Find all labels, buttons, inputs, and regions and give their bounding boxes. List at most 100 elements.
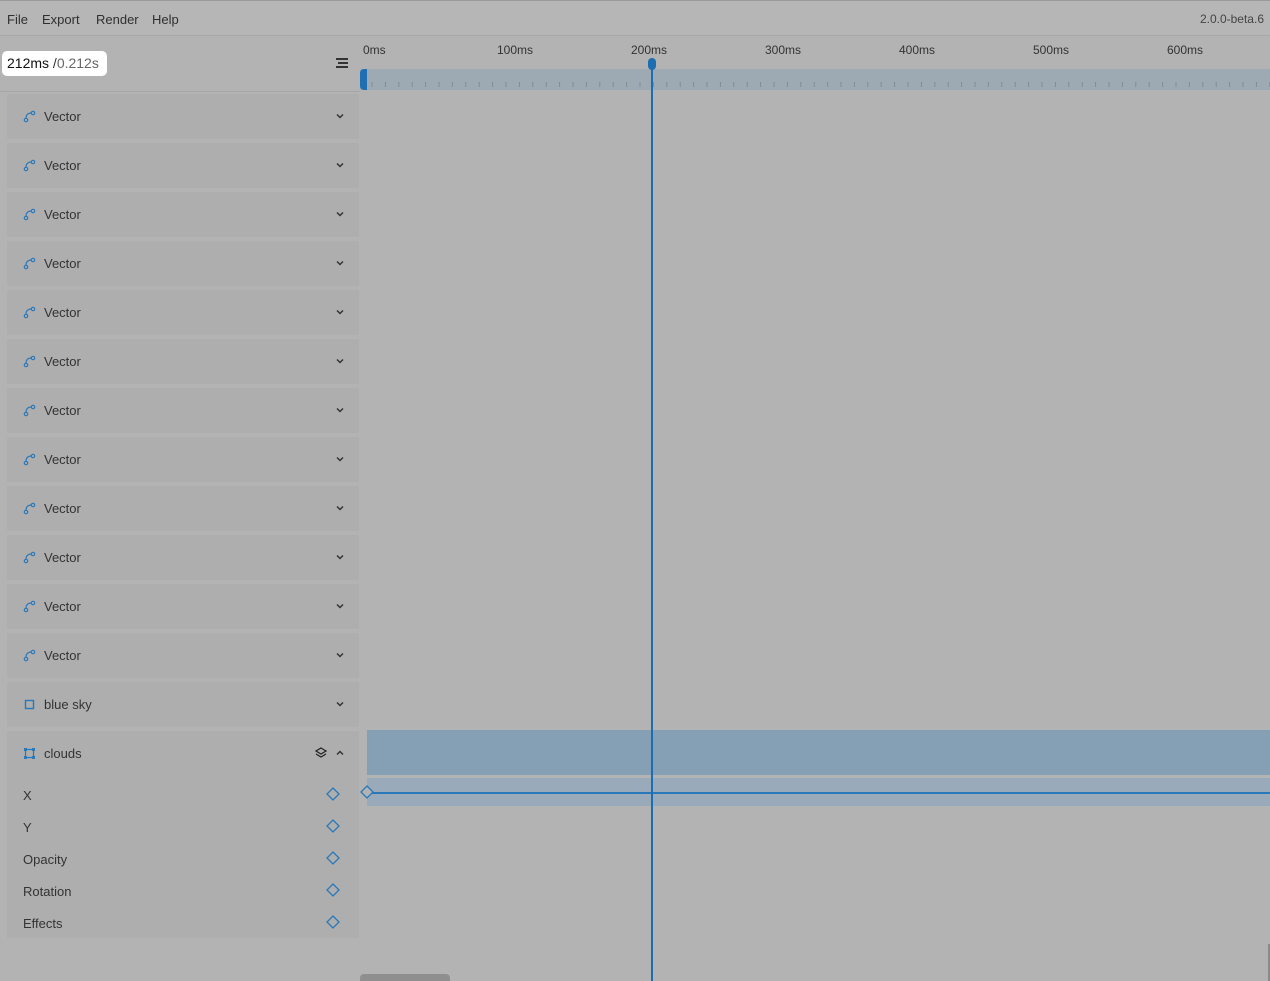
group-icon [24,748,35,759]
layer-row[interactable]: Vector [7,94,359,139]
add-keyframe-diamond-icon[interactable] [326,851,340,865]
vector-path-icon [23,257,36,270]
vector-path-icon [23,551,36,564]
ruler-label-100: 100ms [497,43,534,57]
playhead-line [651,63,653,981]
chevron-down-icon[interactable] [335,650,345,660]
layer-row[interactable]: Vector [7,290,359,335]
layer-name: Vector [44,207,81,222]
keyframe-diamond-icon[interactable] [360,785,374,799]
property-name: Rotation [23,884,72,899]
layers-menu-icon[interactable] [334,55,350,71]
layer-name: Vector [44,648,81,663]
layer-name: Vector [44,158,81,173]
property-name: Effects [23,916,63,931]
vector-path-icon [23,306,36,319]
layer-name: Vector [44,550,81,565]
layer-row[interactable]: Vector [7,535,359,580]
layer-name: clouds [44,746,82,761]
vector-path-icon [23,159,36,172]
chevron-down-icon[interactable] [335,699,345,709]
layer-row[interactable]: clouds [7,731,359,776]
chevron-down-icon[interactable] [335,405,345,415]
layer-name: Vector [44,452,81,467]
chevron-down-icon[interactable] [335,111,345,121]
properties-panel: X Y Opacity Rotation Effects [7,776,359,938]
layer-name: Vector [44,354,81,369]
layer-row[interactable]: Vector [7,388,359,433]
menu-bar: File Export Render Help 2.0.0-beta.6 [0,0,1270,36]
chevron-down-icon[interactable] [335,307,345,317]
property-name: X [23,788,32,803]
time-ms: 212ms [7,55,50,71]
layer-name: Vector [44,599,81,614]
layer-row[interactable]: blue sky [7,682,359,727]
ruler-label-0: 0ms [363,43,386,57]
layer-row[interactable]: Vector [7,143,359,188]
layer-row[interactable]: Vector [7,633,359,678]
property-row[interactable]: Y [7,810,359,842]
layer-row[interactable]: Vector [7,486,359,531]
layer-row[interactable]: Vector [7,241,359,286]
version-label: 2.0.0-beta.6 [1199,12,1264,26]
property-row[interactable]: Opacity [7,842,359,874]
ruler-label-600: 600ms [1167,43,1204,57]
property-row[interactable]: X [7,778,359,810]
menu-render[interactable]: Render [96,12,139,27]
chevron-up-icon[interactable] [335,748,345,758]
vector-path-icon [23,502,36,515]
timeline[interactable]: 0ms 100ms 200ms 300ms 400ms 500ms 600ms [360,36,1270,981]
time-seconds: 0.212s [56,55,99,71]
vector-path-icon [23,208,36,221]
menu-export[interactable]: Export [42,12,80,27]
chevron-down-icon[interactable] [335,160,345,170]
chevron-down-icon[interactable] [335,454,345,464]
property-name: Y [23,820,32,835]
layer-row[interactable]: Vector [7,192,359,237]
property-name: Opacity [23,852,68,867]
vector-path-icon [23,649,36,662]
property-row[interactable]: Effects [7,906,359,938]
vector-path-icon [23,453,36,466]
chevron-down-icon[interactable] [335,258,345,268]
layer-name: Vector [44,256,81,271]
playhead-handle[interactable] [648,58,656,70]
current-time-display[interactable]: 212ms /0.212s [2,51,107,76]
layer-row[interactable]: Vector [7,584,359,629]
layer-row[interactable]: Vector [7,437,359,482]
layer-row[interactable]: Vector [7,339,359,384]
vector-path-icon [23,404,36,417]
chevron-down-icon[interactable] [335,601,345,611]
range-start-handle[interactable] [360,69,367,90]
add-keyframe-diamond-icon[interactable] [326,915,340,929]
add-keyframe-diamond-icon[interactable] [326,787,340,801]
layer-name: blue sky [44,697,92,712]
menu-file[interactable]: File [7,12,28,27]
menu-help[interactable]: Help [152,12,179,27]
ruler-label-400: 400ms [899,43,936,57]
add-keyframe-diamond-icon[interactable] [326,819,340,833]
ruler-label-300: 300ms [765,43,802,57]
layer-name: Vector [44,501,81,516]
property-row[interactable]: Rotation [7,874,359,906]
layer-name: Vector [44,109,81,124]
add-keyframe-diamond-icon[interactable] [326,883,340,897]
layer-name: Vector [44,305,81,320]
vector-path-icon [23,110,36,123]
layer-name: Vector [44,403,81,418]
time-separator: / [49,55,57,71]
ruler-ticks [371,82,1270,87]
ruler-label-200: 200ms [631,43,668,57]
x-property-line [367,792,1270,794]
chevron-down-icon[interactable] [335,503,345,513]
chevron-down-icon[interactable] [335,209,345,219]
clouds-clip[interactable] [367,730,1270,775]
rectangle-icon [24,699,35,710]
ruler-label-500: 500ms [1033,43,1070,57]
chevron-down-icon[interactable] [335,356,345,366]
vector-path-icon [23,355,36,368]
chevron-down-icon[interactable] [335,552,345,562]
vector-path-icon [23,600,36,613]
horizontal-scrollbar[interactable] [360,974,450,981]
stack-layers-icon[interactable] [315,747,327,759]
